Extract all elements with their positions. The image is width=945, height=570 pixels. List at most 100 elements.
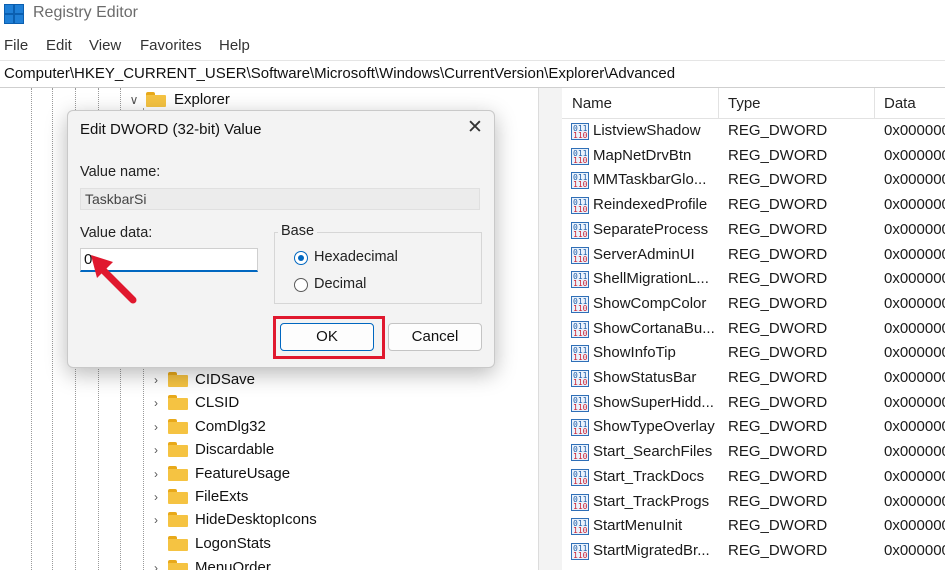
hexadecimal-label[interactable]: Hexadecimal — [314, 249, 398, 265]
value-name-cell: StartMigratedBr... — [593, 541, 710, 559]
list-row[interactable]: 011 110 Start_TrackDocs REG_DWORD 0x000000 — [562, 466, 945, 490]
values-list[interactable]: Name Type Data 011 110 ListviewShadow REG_D… — [562, 88, 945, 570]
chevron-right-icon[interactable]: › — [150, 392, 162, 414]
column-divider[interactable] — [718, 88, 719, 118]
list-row[interactable]: 011 110 MMTaskbarGlo... REG_DWORD 0x000000 — [562, 169, 945, 193]
value-type-cell: REG_DWORD — [728, 245, 828, 263]
value-type-cell: REG_DWORD — [728, 369, 828, 386]
tree-node[interactable]: › FileExts — [150, 486, 450, 508]
reg-binary-icon: 011 110 — [571, 295, 589, 313]
chevron-right-icon[interactable]: › — [150, 416, 162, 438]
reg-binary-icon: 011 110 — [571, 444, 589, 462]
tree-node[interactable]: › FeatureUsage — [150, 463, 450, 485]
value-name-cell: MMTaskbarGlo... — [593, 171, 707, 189]
list-row[interactable]: 011 110 ReindexedProfile REG_DWORD 0x000000 — [562, 194, 945, 218]
menu-favorites[interactable]: Favorites — [140, 37, 202, 54]
value-data-cell: 0x000000 — [884, 220, 945, 238]
value-data-cell: 0x000000 — [884, 344, 945, 362]
folder-icon — [168, 512, 188, 527]
tree-node-label: ComDlg32 — [195, 418, 266, 435]
tree-node[interactable]: › ComDlg32 — [150, 416, 450, 438]
chevron-right-icon[interactable]: › — [150, 509, 162, 531]
list-row[interactable]: 011 110 ShowTypeOverlay REG_DWORD 0x000000 — [562, 416, 945, 440]
list-row[interactable]: 011 110 Start_TrackProgs REG_DWORD 0x000000 — [562, 491, 945, 515]
radio-hexadecimal[interactable] — [294, 251, 308, 265]
chevron-down-icon[interactable]: ∨ — [128, 89, 140, 111]
chevron-right-icon[interactable]: › — [150, 369, 162, 391]
folder-icon — [168, 419, 188, 434]
value-type-cell: REG_DWORD — [728, 541, 828, 559]
chevron-right-icon[interactable]: › — [150, 557, 162, 570]
reg-binary-icon: 011 110 — [571, 320, 589, 338]
value-name-text: TaskbarSi — [85, 191, 147, 207]
list-row[interactable]: 011 110 Start_SearchFiles REG_DWORD 0x000000 — [562, 441, 945, 465]
value-type-cell: REG_DWORD — [728, 344, 828, 362]
chevron-right-icon[interactable]: › — [150, 463, 162, 485]
pane-splitter[interactable] — [538, 88, 564, 570]
address-bar[interactable]: Computer\HKEY_CURRENT_USER\Software\Micr… — [0, 60, 945, 88]
reg-binary-icon: 011 110 — [571, 345, 589, 363]
menu-edit[interactable]: Edit — [46, 37, 72, 54]
tree-node-label: Discardable — [195, 441, 275, 458]
value-data-cell: 0x000000 — [884, 245, 945, 263]
tree-node-explorer[interactable]: ∨ Explorer — [126, 89, 326, 111]
tree-node[interactable]: › MenuOrder — [150, 557, 450, 570]
menu-view[interactable]: View — [89, 37, 121, 54]
list-row[interactable]: 011 110 ListviewShadow REG_DWORD 0x000000 — [562, 120, 945, 144]
value-name-cell: Start_SearchFiles — [593, 443, 713, 461]
folder-icon — [168, 442, 188, 457]
tree-node[interactable]: LogonStats — [150, 533, 450, 555]
chevron-right-icon[interactable]: › — [150, 486, 162, 508]
column-header-type[interactable]: Type — [728, 95, 761, 112]
list-row[interactable]: 011 110 ShowInfoTip REG_DWORD 0x000000 — [562, 342, 945, 366]
list-row[interactable]: 011 110 SeparateProcess REG_DWORD 0x000000 — [562, 219, 945, 243]
list-row[interactable]: 011 110 ShowStatusBar REG_DWORD 0x000000 — [562, 367, 945, 391]
tree-node-label: FileExts — [195, 488, 249, 505]
list-row[interactable]: 011 110 ServerAdminUI REG_DWORD 0x000000 — [562, 244, 945, 268]
list-row[interactable]: 011 110 ShowCortanaBu... REG_DWORD 0x000000 — [562, 318, 945, 342]
list-row[interactable]: 011 110 ShowCompColor REG_DWORD 0x000000 — [562, 293, 945, 317]
window-title: Registry Editor — [33, 4, 138, 21]
reg-binary-icon: 011 110 — [571, 246, 589, 264]
tree-node[interactable]: › CLSID — [150, 392, 450, 414]
menu-file[interactable]: File — [4, 37, 28, 54]
menu-help[interactable]: Help — [219, 37, 250, 54]
value-type-cell: REG_DWORD — [728, 319, 828, 337]
folder-icon — [168, 536, 188, 551]
tree-node[interactable]: › Discardable — [150, 439, 450, 461]
value-type-cell: REG_DWORD — [728, 270, 828, 288]
reg-binary-icon: 011 110 — [571, 197, 589, 215]
value-type-cell: REG_DWORD — [728, 492, 828, 510]
chevron-right-icon[interactable]: › — [150, 439, 162, 461]
edit-dword-dialog: Edit DWORD (32-bit) Value ✕ Value name: … — [67, 110, 495, 368]
column-header-data[interactable]: Data — [884, 95, 916, 112]
radio-decimal[interactable] — [294, 278, 308, 292]
value-name-cell: ShowStatusBar — [593, 369, 697, 386]
ok-button[interactable]: OK — [280, 323, 374, 351]
column-header-name[interactable]: Name — [572, 95, 612, 112]
folder-icon — [168, 372, 188, 387]
value-data-cell: 0x000000 — [884, 270, 945, 288]
tree-node-label: LogonStats — [195, 535, 271, 552]
tree-node-label: CLSID — [195, 394, 240, 411]
folder-icon — [168, 489, 188, 504]
arrow-shaft — [95, 262, 137, 304]
value-type-cell: REG_DWORD — [728, 220, 828, 238]
value-data-cell: 0x000000 — [884, 196, 945, 214]
tree-node[interactable]: › HideDesktopIcons — [150, 509, 450, 531]
tree-node-label: FeatureUsage — [195, 465, 291, 482]
decimal-label[interactable]: Decimal — [314, 276, 366, 292]
base-group — [274, 232, 482, 304]
list-row[interactable]: 011 110 ShellMigrationL... REG_DWORD 0x00000… — [562, 268, 945, 292]
list-row[interactable]: 011 110 MapNetDrvBtn REG_DWORD 0x000000 — [562, 145, 945, 169]
column-divider[interactable] — [874, 88, 875, 118]
value-name-cell: ServerAdminUI — [593, 245, 695, 263]
list-row[interactable]: 011 110 StartMigratedBr... REG_DWORD 0x00000… — [562, 540, 945, 564]
close-icon[interactable]: ✕ — [464, 117, 486, 139]
cancel-button[interactable]: Cancel — [388, 323, 482, 351]
tree-node-label: CIDSave — [195, 371, 256, 388]
tree-node[interactable]: › CIDSave — [150, 369, 450, 391]
list-row[interactable]: 011 110 ShowSuperHidd... REG_DWORD 0x000000 — [562, 392, 945, 416]
list-row[interactable]: 011 110 StartMenuInit REG_DWORD 0x000000 — [562, 515, 945, 539]
value-name-cell: ShowTypeOverlay — [593, 418, 715, 436]
